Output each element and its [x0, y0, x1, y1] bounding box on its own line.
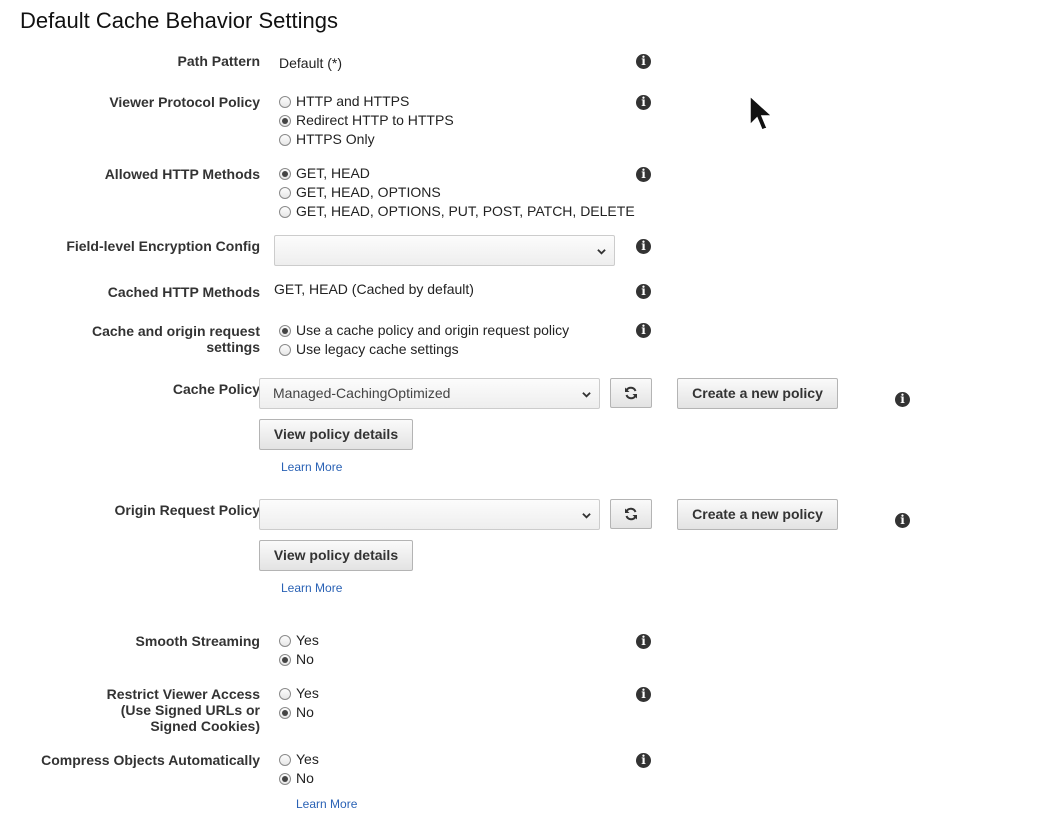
- cache-policy-learn-more-link[interactable]: Learn More: [281, 460, 342, 474]
- origin-policy-select[interactable]: [259, 499, 600, 530]
- info-icon[interactable]: i: [636, 323, 651, 338]
- info-icon[interactable]: i: [895, 392, 910, 407]
- radio-legacy-cache[interactable]: Use legacy cache settings: [279, 340, 459, 359]
- compress-label: Compress Objects Automatically: [41, 752, 260, 768]
- radio-get-head-options[interactable]: GET, HEAD, OPTIONS: [279, 183, 441, 202]
- view-cache-policy-details-button[interactable]: View policy details: [259, 419, 413, 450]
- path-pattern-value: Default (*): [279, 55, 343, 71]
- radio-http-and-https[interactable]: HTTP and HTTPS: [279, 92, 409, 111]
- info-icon[interactable]: i: [636, 753, 651, 768]
- cache-policy-label: Cache Policy: [172, 381, 260, 397]
- cached-methods-value: GET, HEAD (Cached by default): [274, 281, 474, 297]
- create-origin-policy-button[interactable]: Create a new policy: [677, 499, 838, 530]
- mouse-cursor-icon: [749, 95, 774, 131]
- path-pattern-label: Path Pattern: [177, 53, 260, 69]
- restrict-viewer-label: Restrict Viewer Access (Use Signed URLs …: [106, 686, 260, 734]
- refresh-icon: [625, 507, 637, 521]
- field-encryption-select[interactable]: [274, 235, 615, 266]
- info-icon[interactable]: i: [895, 513, 910, 528]
- radio-compress-no[interactable]: No: [279, 769, 314, 788]
- radio-redirect-http-to-https[interactable]: Redirect HTTP to HTTPS: [279, 111, 454, 130]
- cache-origin-label: Cache and origin request settings: [91, 323, 260, 355]
- radio-get-head[interactable]: GET, HEAD: [279, 164, 370, 183]
- origin-policy-learn-more-link[interactable]: Learn More: [281, 581, 342, 595]
- page-title: Default Cache Behavior Settings: [20, 8, 338, 33]
- create-cache-policy-button[interactable]: Create a new policy: [677, 378, 838, 409]
- info-icon[interactable]: i: [636, 95, 651, 110]
- chevron-down-icon: [582, 392, 591, 398]
- refresh-cache-policy-button[interactable]: [610, 378, 652, 408]
- radio-smooth-streaming-yes[interactable]: Yes: [279, 631, 319, 650]
- radio-restrict-viewer-no[interactable]: No: [279, 703, 314, 722]
- info-icon[interactable]: i: [636, 634, 651, 649]
- view-origin-policy-details-button[interactable]: View policy details: [259, 540, 413, 571]
- compress-learn-more-link[interactable]: Learn More: [296, 797, 357, 811]
- info-icon[interactable]: i: [636, 239, 651, 254]
- radio-compress-yes[interactable]: Yes: [279, 750, 319, 769]
- info-icon[interactable]: i: [636, 687, 651, 702]
- viewer-protocol-label: Viewer Protocol Policy: [109, 94, 260, 110]
- refresh-origin-policy-button[interactable]: [610, 499, 652, 529]
- origin-policy-label: Origin Request Policy: [114, 502, 260, 518]
- allowed-methods-label: Allowed HTTP Methods: [104, 166, 260, 182]
- chevron-down-icon: [582, 513, 591, 519]
- info-icon[interactable]: i: [636, 284, 651, 299]
- radio-all-methods[interactable]: GET, HEAD, OPTIONS, PUT, POST, PATCH, DE…: [279, 202, 635, 221]
- radio-use-cache-policy[interactable]: Use a cache policy and origin request po…: [279, 321, 569, 340]
- info-icon[interactable]: i: [636, 54, 651, 69]
- radio-restrict-viewer-yes[interactable]: Yes: [279, 684, 319, 703]
- info-icon[interactable]: i: [636, 167, 651, 182]
- field-encryption-label: Field-level Encryption Config: [66, 238, 260, 254]
- cache-policy-select[interactable]: Managed-CachingOptimized: [259, 378, 600, 409]
- refresh-icon: [625, 386, 637, 400]
- smooth-streaming-label: Smooth Streaming: [135, 633, 260, 649]
- radio-smooth-streaming-no[interactable]: No: [279, 650, 314, 669]
- radio-https-only[interactable]: HTTPS Only: [279, 130, 375, 149]
- cached-methods-label: Cached HTTP Methods: [107, 284, 260, 300]
- chevron-down-icon: [597, 249, 606, 255]
